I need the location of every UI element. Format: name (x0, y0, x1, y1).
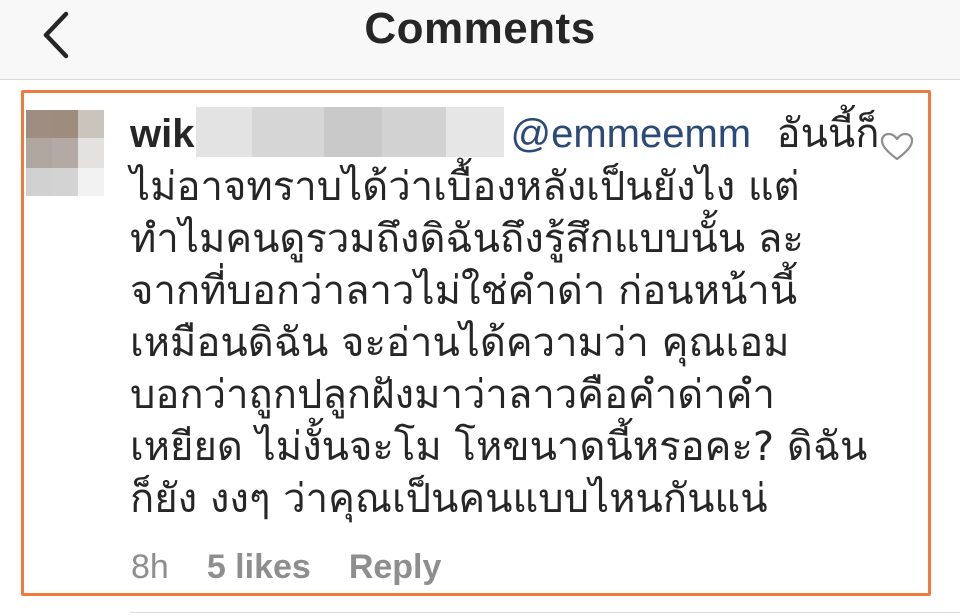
comment-username[interactable]: wik (130, 112, 194, 156)
comment-first-line: wik @emmeemm อันนี้ก็ (130, 107, 879, 161)
top-nav-bar: Comments (0, 0, 960, 80)
comment-text-line: จากที่บอกว่าลาวไม่ใช่คำด่า ก่อนหน้านี้ (130, 268, 798, 314)
comment-text-line: ก็ยัง งงๆ ว่าคุณเป็นคนแบบไหนกันแน่ (130, 476, 768, 522)
comment-mention-link[interactable]: @emmeemm (510, 112, 751, 156)
comment-text-line: ไม่อาจทราบได้ว่าเบื้องหลังเป็นยังไง แต่ (130, 164, 800, 210)
comment-timestamp: 8h (131, 548, 169, 586)
likes-count-link[interactable]: 5 likes (207, 548, 311, 586)
heart-outline-icon (880, 132, 914, 161)
page-title: Comments (364, 4, 596, 53)
comment-meta: 8h 5 likes Reply (131, 548, 479, 587)
comment-text-line: บอกว่าถูกปลูกฝังมาว่าลาวคือคำด่าคำ (130, 372, 775, 418)
comment-text-line: เหมือนดิฉัน จะอ่านได้ความว่า คุณเอม (130, 320, 790, 366)
comment-text: อันนี้ก็ (776, 111, 880, 157)
username-redaction-blur (196, 107, 505, 157)
reply-button[interactable]: Reply (349, 548, 442, 586)
avatar[interactable] (26, 110, 104, 196)
comment-text-line: เหยียด ไม่งั้นจะโม โหขนาดนี้หรอคะ? ดิฉัน (130, 424, 868, 470)
like-button[interactable] (880, 132, 914, 162)
comment-body: wik @emmeemm อันนี้ก็ ไม่อาจทราบได้ว่าเบื… (130, 107, 879, 525)
avatar-pixelated-image (26, 110, 104, 196)
divider (130, 612, 960, 613)
comment-text-line: ทำไมคนดูรวมถึงดิฉันถึงรู้สึกแบบนั้น ละ (130, 216, 804, 262)
